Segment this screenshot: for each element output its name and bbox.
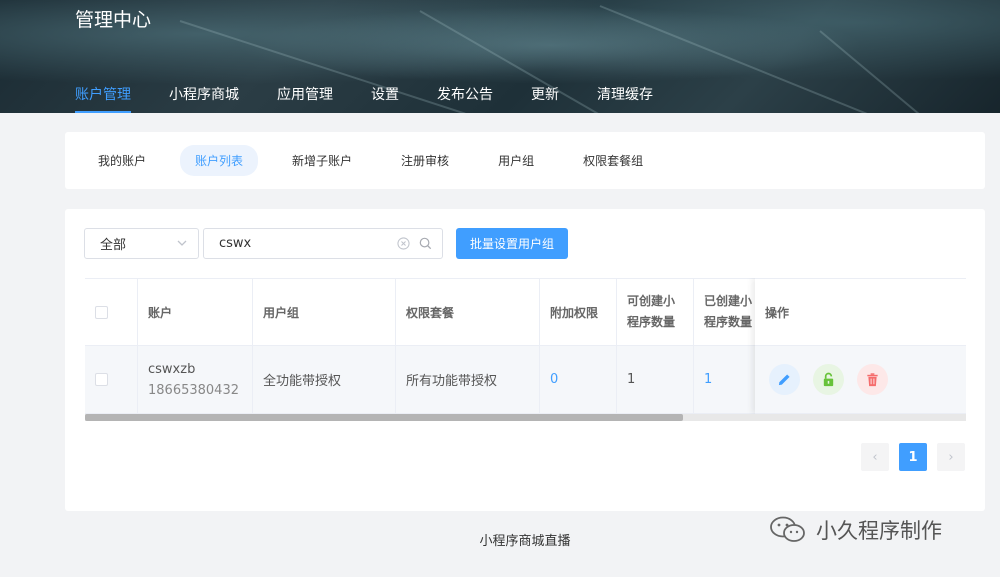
nav-item-mini-program-mall[interactable]: 小程序商城 — [169, 84, 239, 113]
account-name: cswxzb — [148, 361, 196, 377]
header-can-create-count[interactable]: 可创建小 程序数量 — [617, 279, 694, 345]
account-phone: 18665380432 — [148, 382, 239, 398]
search-field[interactable] — [203, 228, 443, 259]
page-number-current[interactable]: 1 — [899, 443, 927, 471]
wechat-icon — [770, 516, 805, 542]
account-list-card: 全部 批量设置用户组 账户 用户组 权限套餐 附加权限 可创建小程序数量 — [65, 209, 985, 511]
batch-set-user-group-button[interactable]: 批量设置用户组 — [456, 228, 568, 259]
tab-account-list[interactable]: 账户列表 — [180, 145, 259, 176]
header-account[interactable]: 账户 — [138, 279, 253, 345]
trash-icon — [867, 373, 878, 387]
next-page-button[interactable]: › — [937, 443, 965, 471]
nav-item-publish-notice[interactable]: 发布公告 — [437, 84, 493, 113]
account-cell: cswxzb 18665380432 — [138, 346, 253, 413]
app-title: 管理中心 — [75, 9, 152, 31]
nav-item-app-management[interactable]: 应用管理 — [277, 84, 333, 113]
select-all-checkbox[interactable] — [95, 305, 108, 319]
edit-button[interactable] — [769, 364, 800, 395]
user-group-cell: 全功能带授权 — [253, 346, 396, 413]
subtabs-card: 我的账户 账户列表 新增子账户 注册审核 用户组 权限套餐组 — [65, 132, 985, 189]
header-created-line2: 程序数量 — [704, 315, 753, 329]
banner-decoration — [819, 30, 974, 113]
horizontal-scrollbar[interactable] — [85, 414, 966, 421]
tab-my-account[interactable]: 我的账户 — [83, 145, 161, 176]
unlock-icon — [823, 372, 834, 387]
nav-item-update[interactable]: 更新 — [531, 84, 559, 113]
watermark-text: 小久程序制作 — [816, 519, 942, 543]
tab-permission-package-groups[interactable]: 权限套餐组 — [568, 145, 658, 176]
account-table: 账户 用户组 权限套餐 附加权限 可创建小程序数量 已创建小程序数量 cswxz… — [85, 278, 966, 424]
actions-fixed-column: 操作 — [755, 278, 966, 414]
tab-registration-review[interactable]: 注册审核 — [386, 145, 464, 176]
permission-package-cell: 所有功能带授权 — [396, 346, 540, 413]
nav-item-clear-cache[interactable]: 清理缓存 — [597, 84, 653, 113]
row-select-cell — [85, 346, 138, 413]
chevron-down-icon — [177, 240, 187, 246]
header-select-cell — [85, 279, 138, 345]
header-user-group[interactable]: 用户组 — [253, 279, 396, 345]
header-permission-package[interactable]: 权限套餐 — [396, 279, 540, 345]
nav-item-account-management[interactable]: 账户管理 — [75, 84, 131, 113]
search-input[interactable] — [204, 229, 374, 258]
delete-button[interactable] — [857, 364, 888, 395]
nav-item-settings[interactable]: 设置 — [371, 84, 399, 113]
tab-user-groups[interactable]: 用户组 — [483, 145, 549, 176]
search-icon[interactable] — [419, 237, 432, 250]
row-checkbox[interactable] — [95, 373, 108, 386]
clear-icon[interactable] — [397, 237, 410, 250]
top-nav: 账户管理 小程序商城 应用管理 设置 发布公告 更新 清理缓存 — [75, 84, 691, 113]
actions-cell — [755, 346, 966, 414]
filter-select[interactable]: 全部 — [84, 228, 199, 259]
header-actions: 操作 — [755, 278, 966, 346]
header-created-line1: 已创建小 — [704, 294, 753, 308]
header-can-create-line2: 程序数量 — [627, 315, 676, 329]
can-create-count-cell: 1 — [617, 346, 694, 413]
filter-select-value: 全部 — [100, 238, 127, 253]
tab-add-sub-account[interactable]: 新增子账户 — [277, 145, 367, 176]
pagination: ‹ 1 › — [851, 443, 965, 471]
unlock-button[interactable] — [813, 364, 844, 395]
header-extra-permissions[interactable]: 附加权限 — [540, 279, 617, 345]
header-can-create-line1: 可创建小 — [627, 294, 676, 308]
extra-permissions-link[interactable]: 0 — [540, 346, 617, 413]
header-banner: 管理中心 账户管理 小程序商城 应用管理 设置 发布公告 更新 清理缓存 — [0, 0, 1000, 113]
prev-page-button[interactable]: ‹ — [861, 443, 889, 471]
scrollbar-thumb[interactable] — [85, 414, 683, 421]
watermark: 小久程序制作 — [768, 515, 942, 545]
pencil-icon — [778, 374, 790, 386]
